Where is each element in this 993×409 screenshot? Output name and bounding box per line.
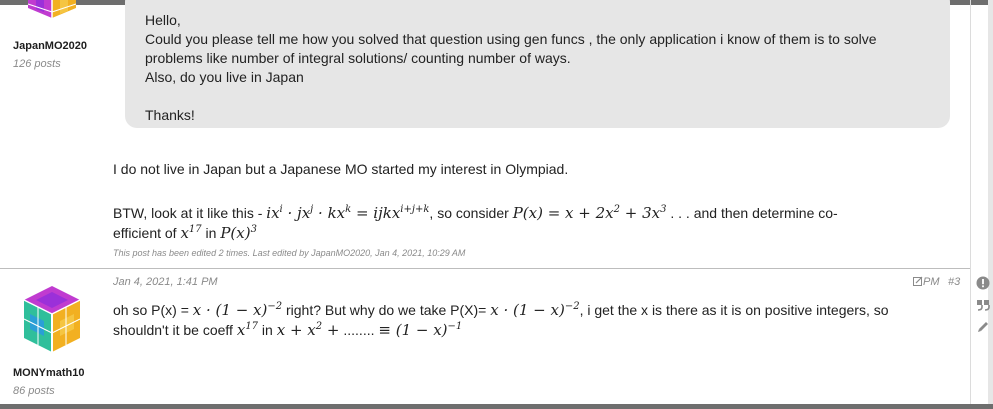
text-segment: . . . and then determine co-	[666, 205, 838, 221]
bottom-frame-bar	[0, 404, 993, 409]
action-column-divider	[970, 0, 971, 404]
right-frame-bar	[988, 0, 993, 409]
text-segment: BTW, look at it like this -	[113, 205, 267, 221]
post-text-line: efficient of x17 in P(x)3	[113, 220, 257, 243]
pm-label: PM	[923, 276, 940, 288]
pm-edit-icon	[913, 276, 923, 286]
math-expression: x · (1 − x)−2	[490, 301, 580, 319]
quote-line: Also, do you live in Japan	[145, 69, 304, 85]
post-count: 86 posts	[13, 385, 55, 397]
quote-line: Could you please tell me how you solved …	[145, 31, 877, 47]
text-segment: in	[258, 322, 277, 338]
text-segment: , i get the x is there as it is on posit…	[579, 302, 889, 318]
post-date[interactable]: Jan 4, 2021, 1:41 PM	[113, 276, 218, 288]
quote-line: Thanks!	[145, 107, 195, 123]
username[interactable]: MONYmath10	[13, 367, 85, 379]
username[interactable]: JapanMO2020	[13, 40, 87, 52]
post-text-line: I do not live in Japan but a Japanese MO…	[113, 161, 569, 177]
report-icon[interactable]	[976, 276, 990, 290]
pm-button[interactable]: PM	[913, 276, 940, 288]
quote-icon[interactable]	[976, 298, 990, 312]
user-avatar-cube[interactable]	[22, 0, 82, 26]
math-expression: x17	[236, 321, 259, 339]
quote-line: Hello,	[145, 12, 181, 28]
text-segment: in	[201, 225, 221, 241]
quote-line: problems like number of integral solutio…	[145, 50, 571, 66]
text-segment: shouldn't it be coeff	[113, 322, 237, 338]
math-expression: P(x)3	[220, 224, 257, 242]
text-segment: right? But why do we take P(X)=	[282, 302, 491, 318]
math-expression: x17	[180, 224, 202, 242]
math-expression: P(x) = x + 2x2 + 3x3	[512, 204, 667, 222]
math-expression: x + x2 +	[276, 321, 340, 339]
post-text-line: shouldn't it be coeff x17 in x + x2 + ..…	[113, 317, 462, 340]
edit-pencil-icon[interactable]	[976, 320, 990, 334]
edited-note: This post has been edited 2 times. Last …	[113, 248, 466, 258]
text-segment: oh so P(x) =	[113, 302, 193, 318]
text-segment: , so consider	[429, 205, 513, 221]
math-expression: ≡ (1 − x)−1	[378, 321, 463, 339]
math-expression: ixi · jxj · kxk = ijkxi+j+k	[266, 204, 430, 222]
post-number[interactable]: #3	[948, 276, 960, 288]
text-segment: ........	[339, 322, 379, 338]
user-avatar-cube[interactable]	[22, 286, 82, 352]
text-segment: efficient of	[113, 225, 181, 241]
post-count: 126 posts	[13, 58, 61, 70]
post-divider	[0, 268, 970, 269]
